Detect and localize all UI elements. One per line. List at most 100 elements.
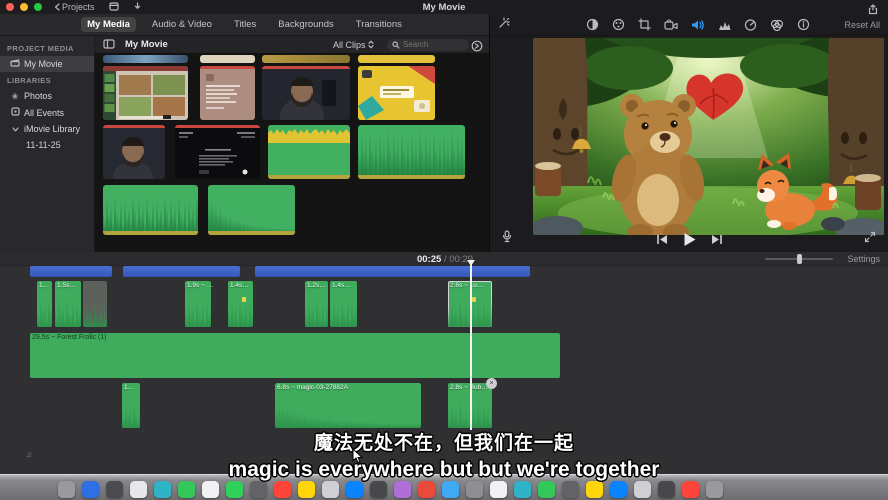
media-thumbnail-terminal[interactable] (175, 125, 260, 179)
dock-app-icon[interactable] (514, 481, 531, 498)
media-thumbnail-partial[interactable] (200, 55, 255, 63)
beat-marker (472, 297, 476, 302)
crop-icon[interactable] (638, 18, 651, 31)
clip-settings-icon[interactable] (471, 39, 483, 57)
media-thumbnail-audio[interactable] (268, 125, 350, 179)
timeline: 00:25 / 00:29 Settings 1…1.5s…1.9s ~ …1.… (0, 252, 888, 474)
playhead-line[interactable] (470, 262, 472, 430)
reset-all-button[interactable]: Reset All (844, 20, 880, 30)
imovie-window: Projects My Movie My Media Audio & Video… (0, 0, 888, 500)
dock-app-icon[interactable] (346, 481, 363, 498)
audio-clip[interactable]: 1.4s… (330, 281, 357, 327)
sidebar-item-all-events[interactable]: All Events (0, 104, 94, 121)
dock-app-icon[interactable] (154, 481, 171, 498)
audio-clip[interactable]: 1.9s ~ … (185, 281, 211, 327)
media-thumbnail-website[interactable] (358, 66, 435, 120)
search-field[interactable] (387, 39, 469, 51)
tab-audio-video[interactable]: Audio & Video (146, 17, 218, 32)
speed-icon[interactable] (744, 18, 757, 31)
sidebar-item-imovie-library[interactable]: iMovie Library (0, 121, 94, 137)
sort-chevrons-icon (368, 40, 374, 49)
dock-app-icon[interactable] (658, 481, 675, 498)
video-clip-segment[interactable] (123, 266, 240, 277)
next-frame-button[interactable] (711, 234, 723, 245)
color-balance-icon[interactable] (586, 18, 599, 31)
audio-clip[interactable]: 1… (37, 281, 52, 327)
dock-app-icon[interactable] (586, 481, 603, 498)
dock-app-icon[interactable] (538, 481, 555, 498)
clip-label: 6.8s ~ magic-03-27882A (277, 384, 348, 391)
thumbnail-titlebar (175, 125, 260, 128)
media-thumbnail-partial[interactable] (103, 55, 188, 63)
dock-app-icon[interactable] (178, 481, 195, 498)
dock-app-icon[interactable] (706, 481, 723, 498)
color-palette-icon[interactable] (612, 18, 625, 31)
timeline-tracks: 1…1.5s…1.9s ~ …1.4s…1.2s…1.4s…2.6s ~ Lu…… (0, 252, 888, 474)
music-clip[interactable]: 29.5s ~ Forest Frolic (1) (30, 333, 560, 378)
dock-app-icon[interactable] (82, 481, 99, 498)
sound-effect-clip[interactable]: 6.8s ~ magic-03-27882A (275, 383, 421, 428)
enhance-wand-icon[interactable] (498, 16, 511, 34)
media-thumbnail-app-screenshot[interactable] (103, 66, 188, 120)
dock-app-icon[interactable] (394, 481, 411, 498)
sidebar-item-my-movie[interactable]: My Movie (0, 56, 94, 72)
sound-effect-clip[interactable]: 1… (122, 383, 140, 428)
dock-app-icon[interactable] (562, 481, 579, 498)
dock-app-icon[interactable] (250, 481, 267, 498)
audio-clip[interactable]: 1.5s… (55, 281, 81, 327)
dock-app-icon[interactable] (442, 481, 459, 498)
media-thumbnail-partial[interactable] (262, 55, 350, 63)
dock-app-icon[interactable] (130, 481, 147, 498)
audio-clip[interactable]: 1.4s… (228, 281, 253, 327)
tab-backgrounds[interactable]: Backgrounds (272, 17, 339, 32)
share-icon[interactable] (868, 2, 878, 20)
tab-transitions[interactable]: Transitions (350, 17, 408, 32)
clip-filter-dropdown[interactable]: All Clips (333, 40, 374, 50)
dock-app-icon[interactable] (274, 481, 291, 498)
clip-label: 1.2s… (307, 282, 326, 289)
media-thumbnail-webcam[interactable] (262, 66, 350, 120)
dock-app-icon[interactable] (490, 481, 507, 498)
media-thumbnail-audio[interactable] (103, 185, 198, 235)
stabilization-icon[interactable] (664, 19, 678, 31)
sidebar-item-photos[interactable]: ❀ Photos (0, 88, 94, 104)
search-input[interactable] (403, 40, 463, 49)
window-title: My Movie (0, 2, 888, 13)
fullscreen-icon[interactable] (864, 230, 876, 248)
filters-icon[interactable] (770, 19, 784, 31)
media-thumbnail-partial[interactable] (358, 55, 435, 63)
audio-skimming-icon: ♫ (26, 450, 32, 459)
audio-clip[interactable] (83, 281, 107, 327)
video-clip-segment[interactable] (30, 266, 112, 277)
dock-app-icon[interactable] (202, 481, 219, 498)
dock-app-icon[interactable] (682, 481, 699, 498)
volume-icon[interactable] (691, 19, 705, 31)
clip-badge-icon[interactable]: × (486, 378, 497, 389)
dock-app-icon[interactable] (418, 481, 435, 498)
dock-app-icon[interactable] (298, 481, 315, 498)
dock-app-icon[interactable] (370, 481, 387, 498)
dock-app-icon[interactable] (58, 481, 75, 498)
dock-app-icon[interactable] (466, 481, 483, 498)
sidebar-toggle-icon[interactable] (103, 36, 115, 54)
audio-clip[interactable]: 1.2s… (305, 281, 328, 327)
dock-app-icon[interactable] (226, 481, 243, 498)
viewer-controls (490, 226, 888, 252)
dock-app-icon[interactable] (610, 481, 627, 498)
video-clip-segment[interactable] (255, 266, 530, 277)
media-thumbnail-audio[interactable] (358, 125, 465, 179)
dock-app-icon[interactable] (322, 481, 339, 498)
media-thumbnail-document[interactable] (200, 66, 255, 120)
previous-frame-button[interactable] (656, 234, 668, 245)
tab-titles[interactable]: Titles (228, 17, 262, 32)
play-button[interactable] (682, 232, 697, 247)
info-icon[interactable] (797, 18, 810, 31)
sidebar-item-event-11-11-25[interactable]: 11-11-25 (0, 137, 94, 153)
tab-my-media[interactable]: My Media (81, 17, 136, 32)
dock-app-icon[interactable] (634, 481, 651, 498)
preview-video-frame[interactable] (533, 38, 884, 235)
dock-app-icon[interactable] (106, 481, 123, 498)
media-thumbnail-audio[interactable] (208, 185, 295, 235)
noise-reduction-icon[interactable] (718, 19, 731, 31)
media-thumbnail-webcam[interactable] (103, 125, 165, 179)
